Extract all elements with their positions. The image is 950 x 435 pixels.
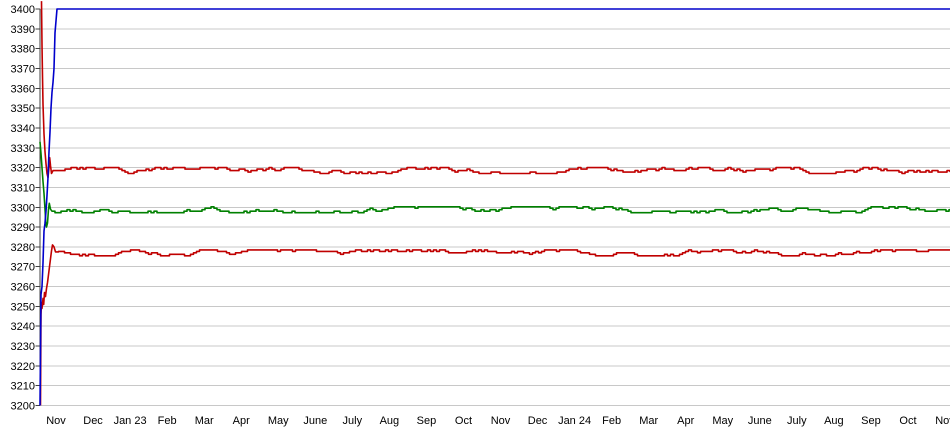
y-axis-label: 3310 [11, 182, 35, 194]
chart-canvas: 3400 3390 3380 3370 3360 3350 3340 3330 3320 3310… [11, 1, 950, 427]
y-axis-label: 3360 [11, 83, 35, 95]
x-axis-label: Feb [158, 415, 177, 427]
y-axis-label: 3270 [11, 262, 35, 274]
x-axis-label: May [268, 415, 289, 427]
x-axis-label: Feb [602, 415, 621, 427]
x-axis-label: July [787, 415, 807, 427]
x-axis-label: Aug [380, 415, 400, 427]
x-axis-label: Dec [528, 415, 548, 427]
x-axis-label: July [343, 415, 363, 427]
x-axis-label: June [303, 415, 327, 427]
y-axis-label: 3370 [11, 63, 35, 75]
x-axis-label: Nov [46, 415, 66, 427]
x-axis-label: Nov [491, 415, 511, 427]
y-axis-label: 3290 [11, 222, 35, 234]
x-axis-label: Oct [455, 415, 472, 427]
x-axis-label: Jan 24 [558, 415, 591, 427]
y-axis-label: 3250 [11, 301, 35, 313]
x-axis-label: Sep [417, 415, 437, 427]
y-axis-label: 3390 [11, 24, 35, 36]
x-axis-label: Apr [677, 415, 694, 427]
x-axis-label: June [748, 415, 772, 427]
y-axis-label: 3230 [11, 341, 35, 353]
y-axis-label: 3260 [11, 282, 35, 294]
x-axis-label: Mar [195, 415, 214, 427]
x-axis-label: Nov [935, 415, 950, 427]
lower-band-red-line [39, 244, 950, 406]
y-axis-label: 3340 [11, 123, 35, 135]
y-axis-label: 3380 [11, 44, 35, 56]
mid-line-green-line [39, 141, 950, 228]
y-axis-label: 3280 [11, 242, 35, 254]
y-axis-label: 3210 [11, 381, 35, 393]
y-axis-label: 3350 [11, 103, 35, 115]
x-axis-label: Sep [861, 415, 881, 427]
x-axis-label: May [712, 415, 733, 427]
price-chart: 3400 3390 3380 3370 3360 3350 3340 3330 3320 3310… [0, 0, 950, 435]
x-axis-label: Mar [639, 415, 658, 427]
y-axis-label: 3240 [11, 321, 35, 333]
x-axis-label: Jan 23 [114, 415, 147, 427]
y-axis-label: 3200 [11, 401, 35, 413]
y-axis-label: 3400 [11, 4, 35, 16]
x-axis-label: Apr [233, 415, 250, 427]
x-axis-label: Aug [824, 415, 844, 427]
y-axis-label: 3220 [11, 361, 35, 373]
y-axis-label: 3330 [11, 143, 35, 155]
y-axis-label: 3300 [11, 202, 35, 214]
x-axis-label: Oct [899, 415, 916, 427]
x-axis-label: Dec [83, 415, 103, 427]
upper-band-red-line [40, 1, 950, 179]
y-axis-label: 3320 [11, 163, 35, 175]
